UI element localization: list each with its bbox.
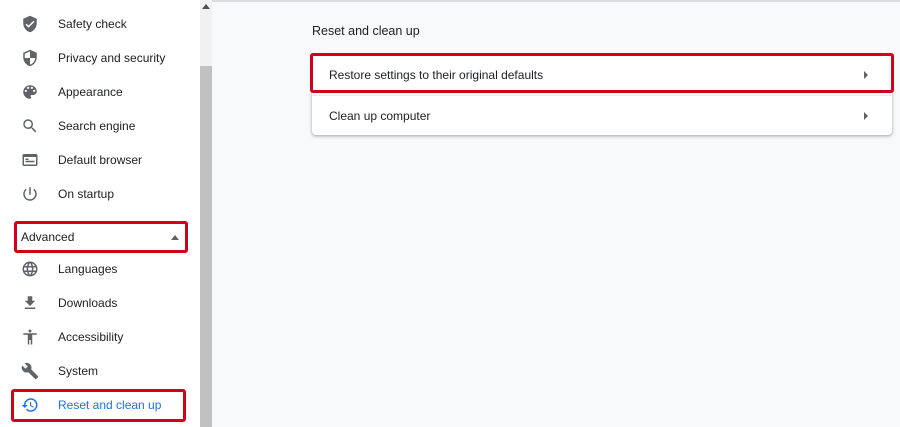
sidebar-item-reset[interactable]: Reset and clean up [0,390,200,420]
sidebar-item-accessibility[interactable]: Accessibility [0,322,200,352]
sidebar-item-search-engine[interactable]: Search engine [0,111,200,141]
sidebar-scrollbar[interactable] [200,0,212,427]
sidebar-item-label: Safety check [58,17,127,31]
sidebar-item-downloads[interactable]: Downloads [0,288,200,318]
row-label: Restore settings to their original defau… [329,68,544,82]
sidebar-item-label: On startup [58,187,115,201]
accessibility-icon [21,328,39,346]
search-icon [21,117,39,135]
browser-icon [21,151,39,169]
shield-icon [21,49,39,67]
sidebar-item-safety-check[interactable]: Safety check [0,9,200,39]
download-icon [21,294,39,312]
sidebar-item-default-browser[interactable]: Default browser [0,145,200,175]
sidebar-item-system[interactable]: System [0,356,200,386]
sidebar-item-label: Languages [58,262,118,276]
power-icon [21,185,39,203]
advanced-label: Advanced [21,230,75,244]
sidebar-item-label: Appearance [58,85,123,99]
scrollbar-thumb[interactable] [200,66,212,427]
restore-defaults-row[interactable]: Restore settings to their original defau… [310,53,894,95]
sidebar-item-label: Search engine [58,119,136,133]
chevron-up-icon [171,235,179,240]
sidebar-item-label: Downloads [58,296,118,310]
restore-icon [21,396,39,414]
chevron-right-icon [864,71,868,79]
sidebar-item-label: Default browser [58,153,143,167]
sidebar-item-label: Privacy and security [58,51,166,65]
shield-check-icon [21,15,39,33]
row-label: Clean up computer [329,108,431,123]
section-title: Reset and clean up [312,24,420,38]
sidebar: Safety check Privacy and security Appear… [0,0,200,427]
sidebar-item-label: Reset and clean up [58,398,162,412]
scroll-up-arrow-icon[interactable] [202,4,210,9]
sidebar-item-label: Accessibility [58,330,124,344]
globe-icon [21,260,39,278]
sidebar-item-label: System [58,364,99,378]
sidebar-item-on-startup[interactable]: On startup [0,179,200,209]
chevron-right-icon [864,112,868,120]
advanced-toggle[interactable]: Advanced [14,221,188,253]
reset-card: Restore settings to their original defau… [310,53,894,135]
main-content: Reset and clean up Restore settings to t… [212,0,900,427]
palette-icon [21,83,39,101]
sidebar-item-appearance[interactable]: Appearance [0,77,200,107]
sidebar-item-languages[interactable]: Languages [0,254,200,284]
wrench-icon [21,362,39,380]
sidebar-item-privacy[interactable]: Privacy and security [0,43,200,73]
clean-up-computer-row[interactable]: Clean up computer [312,95,892,135]
settings-window: Safety check Privacy and security Appear… [0,0,900,427]
